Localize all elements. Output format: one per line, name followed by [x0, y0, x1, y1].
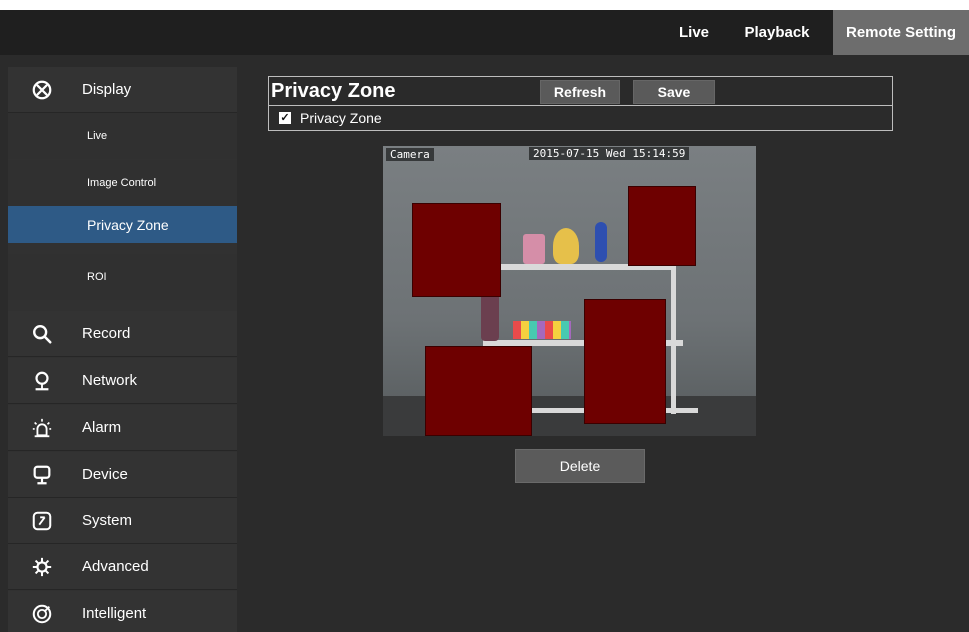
sidebar-item-label: Network — [82, 372, 138, 389]
intelligent-icon — [28, 600, 56, 628]
sidebar-subitem-image-control[interactable]: Image Control — [8, 160, 237, 206]
gear-icon — [28, 553, 56, 581]
sidebar: Display Live Image Control Privacy Zone … — [8, 67, 237, 632]
camera-timestamp-overlay: 2015-07-15 Wed 15:14:59 — [529, 147, 690, 160]
privacy-mask-area-3[interactable] — [584, 299, 666, 424]
nav-playback[interactable]: Playback — [729, 10, 825, 55]
scene-flowers — [481, 291, 499, 341]
sidebar-item-alarm[interactable]: Alarm — [8, 405, 237, 451]
sidebar-subitem-roi[interactable]: ROI — [8, 254, 237, 300]
refresh-button[interactable]: Refresh — [540, 80, 620, 104]
privacy-mask-area-1[interactable] — [412, 203, 501, 297]
system-icon — [28, 507, 56, 535]
camera-preview[interactable]: Camera 2015-07-15 Wed 15:14:59 — [383, 146, 756, 436]
sidebar-item-display[interactable]: Display — [8, 67, 237, 113]
sidebar-item-record[interactable]: Record — [8, 311, 237, 357]
sidebar-item-network[interactable]: Network — [8, 358, 237, 404]
sidebar-subitem-privacy-zone[interactable]: Privacy Zone — [8, 206, 237, 243]
sidebar-item-label: Intelligent — [82, 605, 147, 622]
sidebar-item-label: System — [82, 512, 133, 529]
alarm-icon — [28, 414, 56, 442]
privacy-zone-checkbox[interactable]: ✓ — [279, 111, 291, 124]
checkmark-icon: ✓ — [280, 111, 290, 124]
scene-toy — [523, 234, 545, 264]
nav-remote-setting[interactable]: Remote Setting — [833, 10, 969, 55]
sidebar-item-label: Display — [82, 81, 132, 98]
save-button[interactable]: Save — [633, 80, 715, 104]
sidebar-item-label: Record — [82, 325, 131, 342]
top-navigation-bar: Live Playback Remote Setting — [0, 10, 969, 55]
camera-name-overlay: Camera — [386, 148, 434, 161]
scene-shelf-post — [671, 264, 676, 414]
privacy-mask-area-2[interactable] — [628, 186, 696, 266]
sidebar-item-label: Advanced — [82, 558, 149, 575]
page-title: Privacy Zone — [271, 80, 396, 102]
main-content: Privacy Zone Refresh Save ✓ Privacy Zone — [246, 67, 969, 632]
sidebar-item-label: Device — [82, 466, 128, 483]
sidebar-subitem-live[interactable]: Live — [8, 113, 237, 159]
nav-live[interactable]: Live — [663, 10, 725, 55]
device-icon — [28, 461, 56, 489]
sidebar-item-intelligent[interactable]: Intelligent — [8, 591, 237, 632]
search-icon — [28, 320, 56, 348]
sidebar-item-device[interactable]: Device — [8, 452, 237, 498]
sidebar-item-system[interactable]: System — [8, 498, 237, 544]
display-icon — [28, 76, 56, 104]
privacy-mask-area-4[interactable] — [425, 346, 532, 436]
scene-toy — [595, 222, 607, 262]
sidebar-item-advanced[interactable]: Advanced — [8, 544, 237, 590]
app-window: Live Playback Remote Setting Display Liv… — [0, 10, 969, 632]
privacy-zone-checkbox-label: Privacy Zone — [300, 109, 382, 126]
network-icon — [28, 367, 56, 395]
privacy-zone-header: Privacy Zone Refresh Save — [268, 76, 893, 106]
sidebar-item-label: Alarm — [82, 419, 122, 436]
scene-balls — [513, 321, 571, 339]
delete-button[interactable]: Delete — [515, 449, 645, 483]
privacy-zone-checkbox-row: ✓ Privacy Zone — [268, 105, 893, 131]
scene-toy — [553, 228, 579, 264]
